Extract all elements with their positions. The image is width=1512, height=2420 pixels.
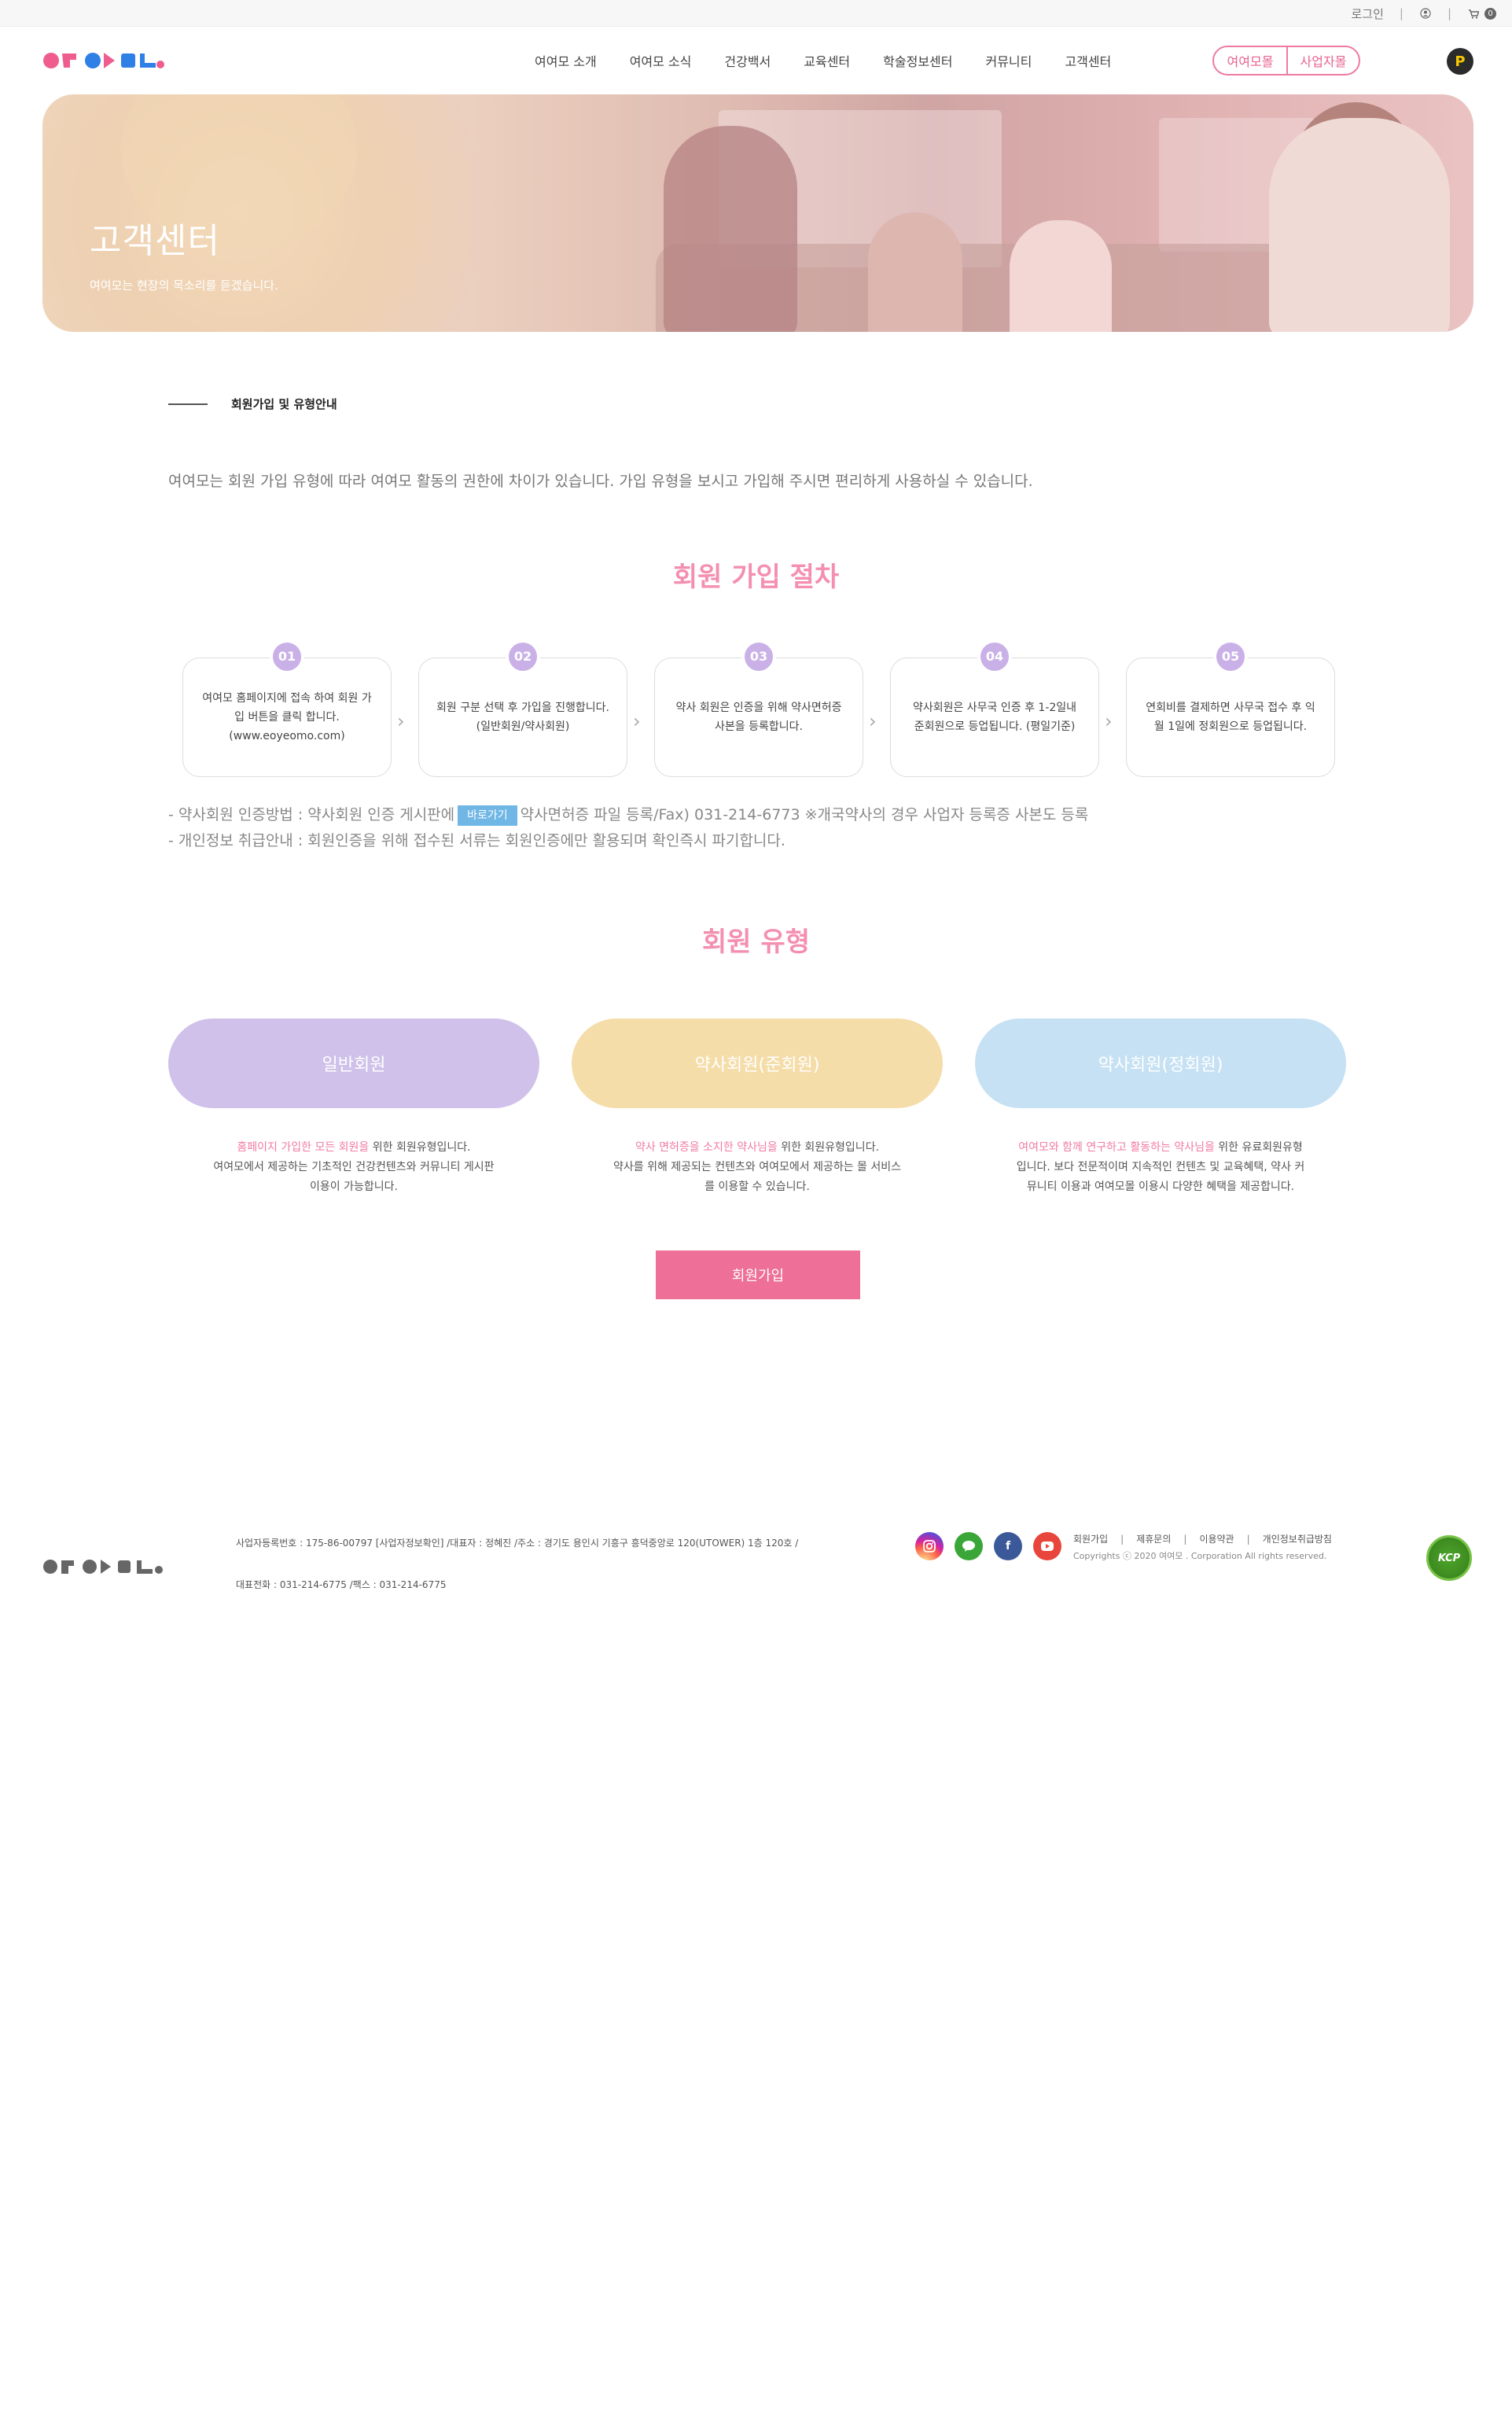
nav-item-news[interactable]: 여여모 소식 [630, 51, 692, 70]
divider: | [1399, 6, 1403, 20]
step-number: 02 [506, 639, 540, 674]
step-text: 약사 회원은 인증을 위해 약사면허증 사본을 등록합니다. [675, 702, 842, 733]
cart-count-badge: 0 [1484, 7, 1496, 20]
type-regular-desc: 여여모와 함께 연구하고 활동하는 약사님을 위한 유료회원유형 입니다. 보다… [975, 1138, 1346, 1197]
facebook-icon[interactable]: f [994, 1532, 1022, 1560]
shortcut-button[interactable]: 바로가기 [458, 805, 517, 826]
step-number: 05 [1213, 639, 1248, 674]
step-card: 01 여여모 홈페이지에 접속 하여 회원 가입 버튼을 클릭 합니다. (ww… [182, 639, 392, 777]
footer-links: 회원가입 | 제휴문의 | 이용약관 | 개인정보취급방침 [1073, 1532, 1332, 1545]
footer-link-terms[interactable]: 이용약관 [1199, 1532, 1234, 1545]
step-text: 연회비를 결제하면 사무국 접수 후 익월 1일에 정회원으로 등업됩니다. [1146, 702, 1315, 733]
step-number: 04 [977, 639, 1012, 674]
page-subtitle: 여여모는 현장의 목소리를 듣겠습니다. [90, 278, 278, 293]
note-privacy: - 개인정보 취급안내 : 회원인증을 위해 접수된 서류는 회원인증에만 활용… [168, 832, 785, 849]
desc-text: 이용이 가능합니다. [310, 1181, 398, 1193]
step-card: 02 회원 구분 선택 후 가입을 진행합니다. (일반회원/약사회원) [418, 639, 627, 777]
instagram-icon[interactable] [915, 1532, 944, 1560]
youtube-icon[interactable] [1033, 1532, 1061, 1560]
desc-highlight: 홈페이지 가입한 모든 회원을 [237, 1141, 370, 1154]
type-associate-desc: 약사 면허증을 소지한 약사님을 위한 회원유형입니다. 약사를 위해 제공되는… [572, 1138, 943, 1197]
desc-text: 여여모에서 제공하는 기초적인 건강컨텐츠와 커뮤니티 게시판 [213, 1161, 495, 1173]
step-card: 05 연회비를 결제하면 사무국 접수 후 익월 1일에 정회원으로 등업됩니다… [1126, 639, 1335, 777]
talk-icon[interactable] [955, 1532, 983, 1560]
page-title: 고객센터 [90, 221, 220, 261]
footer-link-join[interactable]: 회원가입 [1073, 1532, 1108, 1545]
intro-text: 여여모는 회원 가입 유형에 따라 여여모 활동의 권한에 차이가 있습니다. … [168, 473, 1033, 490]
main-nav: 여여모 소개 여여모 소식 건강백서 교육센터 학술정보센터 커뮤니티 고객센터 [535, 27, 1144, 94]
process-notes: - 약사회원 인증방법 : 약사회원 인증 게시판에 바로가기 약사면허증 파일 등… [168, 802, 1088, 854]
step-card: 04 약사회원은 사무국 인증 후 1-2일내 준회원으로 등업됩니다. (평일… [890, 639, 1099, 777]
social-links: f [915, 1532, 1061, 1560]
company-info-line: 사업자등록번호 : 175-86-00797 [사업자정보확인] /대표자 : … [236, 1538, 799, 1549]
desc-highlight: 약사 면허증을 소지한 약사님을 [635, 1141, 778, 1154]
kcp-badge[interactable]: KCP [1426, 1535, 1472, 1581]
process-steps: 01 여여모 홈페이지에 접속 하여 회원 가입 버튼을 클릭 합니다. (ww… [182, 637, 1335, 779]
desc-text: 약사를 위해 제공되는 컨텐츠와 여여모에서 제공하는 몰 서비스 [613, 1161, 902, 1173]
chevron-right-icon: › [633, 710, 641, 732]
main-header: 여여모 소개 여여모 소식 건강백서 교육센터 학술정보센터 커뮤니티 고객센터… [0, 27, 1512, 94]
login-link[interactable]: 로그인 [1351, 6, 1383, 22]
note-text: - 약사회원 인증방법 : 약사회원 인증 게시판에 [168, 806, 455, 823]
point-icon[interactable]: P [1447, 48, 1473, 75]
section-label: 회원가입 및 유형안내 [168, 396, 337, 412]
site-logo[interactable] [42, 50, 168, 71]
hero-overlay [42, 94, 1473, 332]
chevron-right-icon: › [397, 710, 405, 732]
step-number: 03 [741, 639, 776, 674]
nav-item-academic[interactable]: 학술정보센터 [883, 51, 952, 70]
step-card: 03 약사 회원은 인증을 위해 약사면허증 사본을 등록합니다. [654, 639, 863, 777]
types-title: 회원 유형 [702, 926, 810, 958]
footer-logo[interactable] [42, 1557, 170, 1576]
step-text: 약사회원은 사무국 인증 후 1-2일내 준회원으로 등업됩니다. (평일기준) [912, 702, 1077, 733]
nav-item-community[interactable]: 커뮤니티 [985, 51, 1032, 70]
business-mall-button[interactable]: 사업자몰 [1286, 47, 1359, 74]
nav-item-health[interactable]: 건강백서 [724, 51, 771, 70]
company-info: 사업자등록번호 : 175-86-00797 [사업자정보확인] /대표자 : … [236, 1535, 798, 1593]
footer-link-partnership[interactable]: 제휴문의 [1136, 1532, 1171, 1545]
divider: | [1246, 1533, 1250, 1545]
note-verification: - 약사회원 인증방법 : 약사회원 인증 게시판에 바로가기 약사면허증 파일 등… [168, 802, 1088, 828]
logo-mark-icon [43, 53, 164, 68]
step-text: 회원 구분 선택 후 가입을 진행합니다. (일반회원/약사회원) [436, 702, 609, 733]
footer-logo-mark-icon [43, 1560, 163, 1574]
divider: | [1447, 6, 1451, 20]
copyright: Copyrights ⓒ 2020 여여모 . Corporation All … [1073, 1551, 1327, 1561]
company-info-line: 대표전화 : 031-214-6775 /팩스 : 031-214-6775 [236, 1579, 447, 1590]
desc-text: 위한 유료회원유형 [1214, 1141, 1303, 1154]
nav-item-support[interactable]: 고객센터 [1065, 51, 1111, 70]
mall-switch: 여여모몰 사업자몰 [1212, 46, 1360, 76]
desc-text: 입니다. 보다 전문적이며 지속적인 컨텐츠 및 교육혜택, 약사 커 [1016, 1161, 1305, 1173]
cart-icon[interactable] [1467, 7, 1480, 20]
type-general-desc: 홈페이지 가입한 모든 회원을 위한 회원유형입니다. 여여모에서 제공하는 기… [168, 1138, 539, 1197]
desc-text: 뮤니티 이용과 여여모몰 이용시 다양한 혜택을 제공합니다. [1026, 1181, 1295, 1193]
divider: | [1120, 1533, 1124, 1545]
desc-text: 위한 회원유형입니다. [777, 1141, 880, 1154]
nav-item-education[interactable]: 교육센터 [804, 51, 850, 70]
footer-link-privacy[interactable]: 개인정보취급방침 [1263, 1532, 1332, 1545]
type-regular-pill[interactable]: 약사회원(정회원) [975, 1018, 1346, 1108]
mall-button[interactable]: 여여모몰 [1214, 47, 1286, 74]
desc-highlight: 여여모와 함께 연구하고 활동하는 약사님을 [1018, 1141, 1215, 1154]
step-text: 여여모 홈페이지에 접속 하여 회원 가입 버튼을 클릭 합니다. (www.e… [202, 692, 372, 742]
top-utility-bar: 로그인 | | 0 [0, 0, 1512, 27]
section-label-text: 회원가입 및 유형안내 [231, 397, 337, 411]
type-general-pill[interactable]: 일반회원 [168, 1018, 539, 1108]
user-icon[interactable] [1419, 7, 1432, 20]
type-associate-pill[interactable]: 약사회원(준회원) [572, 1018, 943, 1108]
desc-text: 위한 회원유형입니다. [369, 1141, 471, 1154]
hero-banner: 고객센터 여여모는 현장의 목소리를 듣겠습니다. [42, 94, 1473, 332]
step-number: 01 [270, 639, 304, 674]
chevron-right-icon: › [869, 710, 877, 732]
chevron-right-icon: › [1105, 710, 1113, 732]
join-button[interactable]: 회원가입 [656, 1251, 860, 1299]
note-text: 약사면허증 파일 등록/Fax) 031-214-6773 ※개국약사의 경우 … [520, 806, 1089, 823]
divider: | [1183, 1533, 1187, 1545]
desc-text: 를 이용할 수 있습니다. [704, 1181, 810, 1193]
process-title: 회원 가입 절차 [672, 562, 840, 593]
section-label-line [168, 403, 208, 405]
footer: 사업자등록번호 : 175-86-00797 [사업자정보확인] /대표자 : … [0, 1518, 1512, 1604]
utility-links: 로그인 | | 0 [1351, 0, 1496, 27]
nav-item-about[interactable]: 여여모 소개 [535, 51, 597, 70]
